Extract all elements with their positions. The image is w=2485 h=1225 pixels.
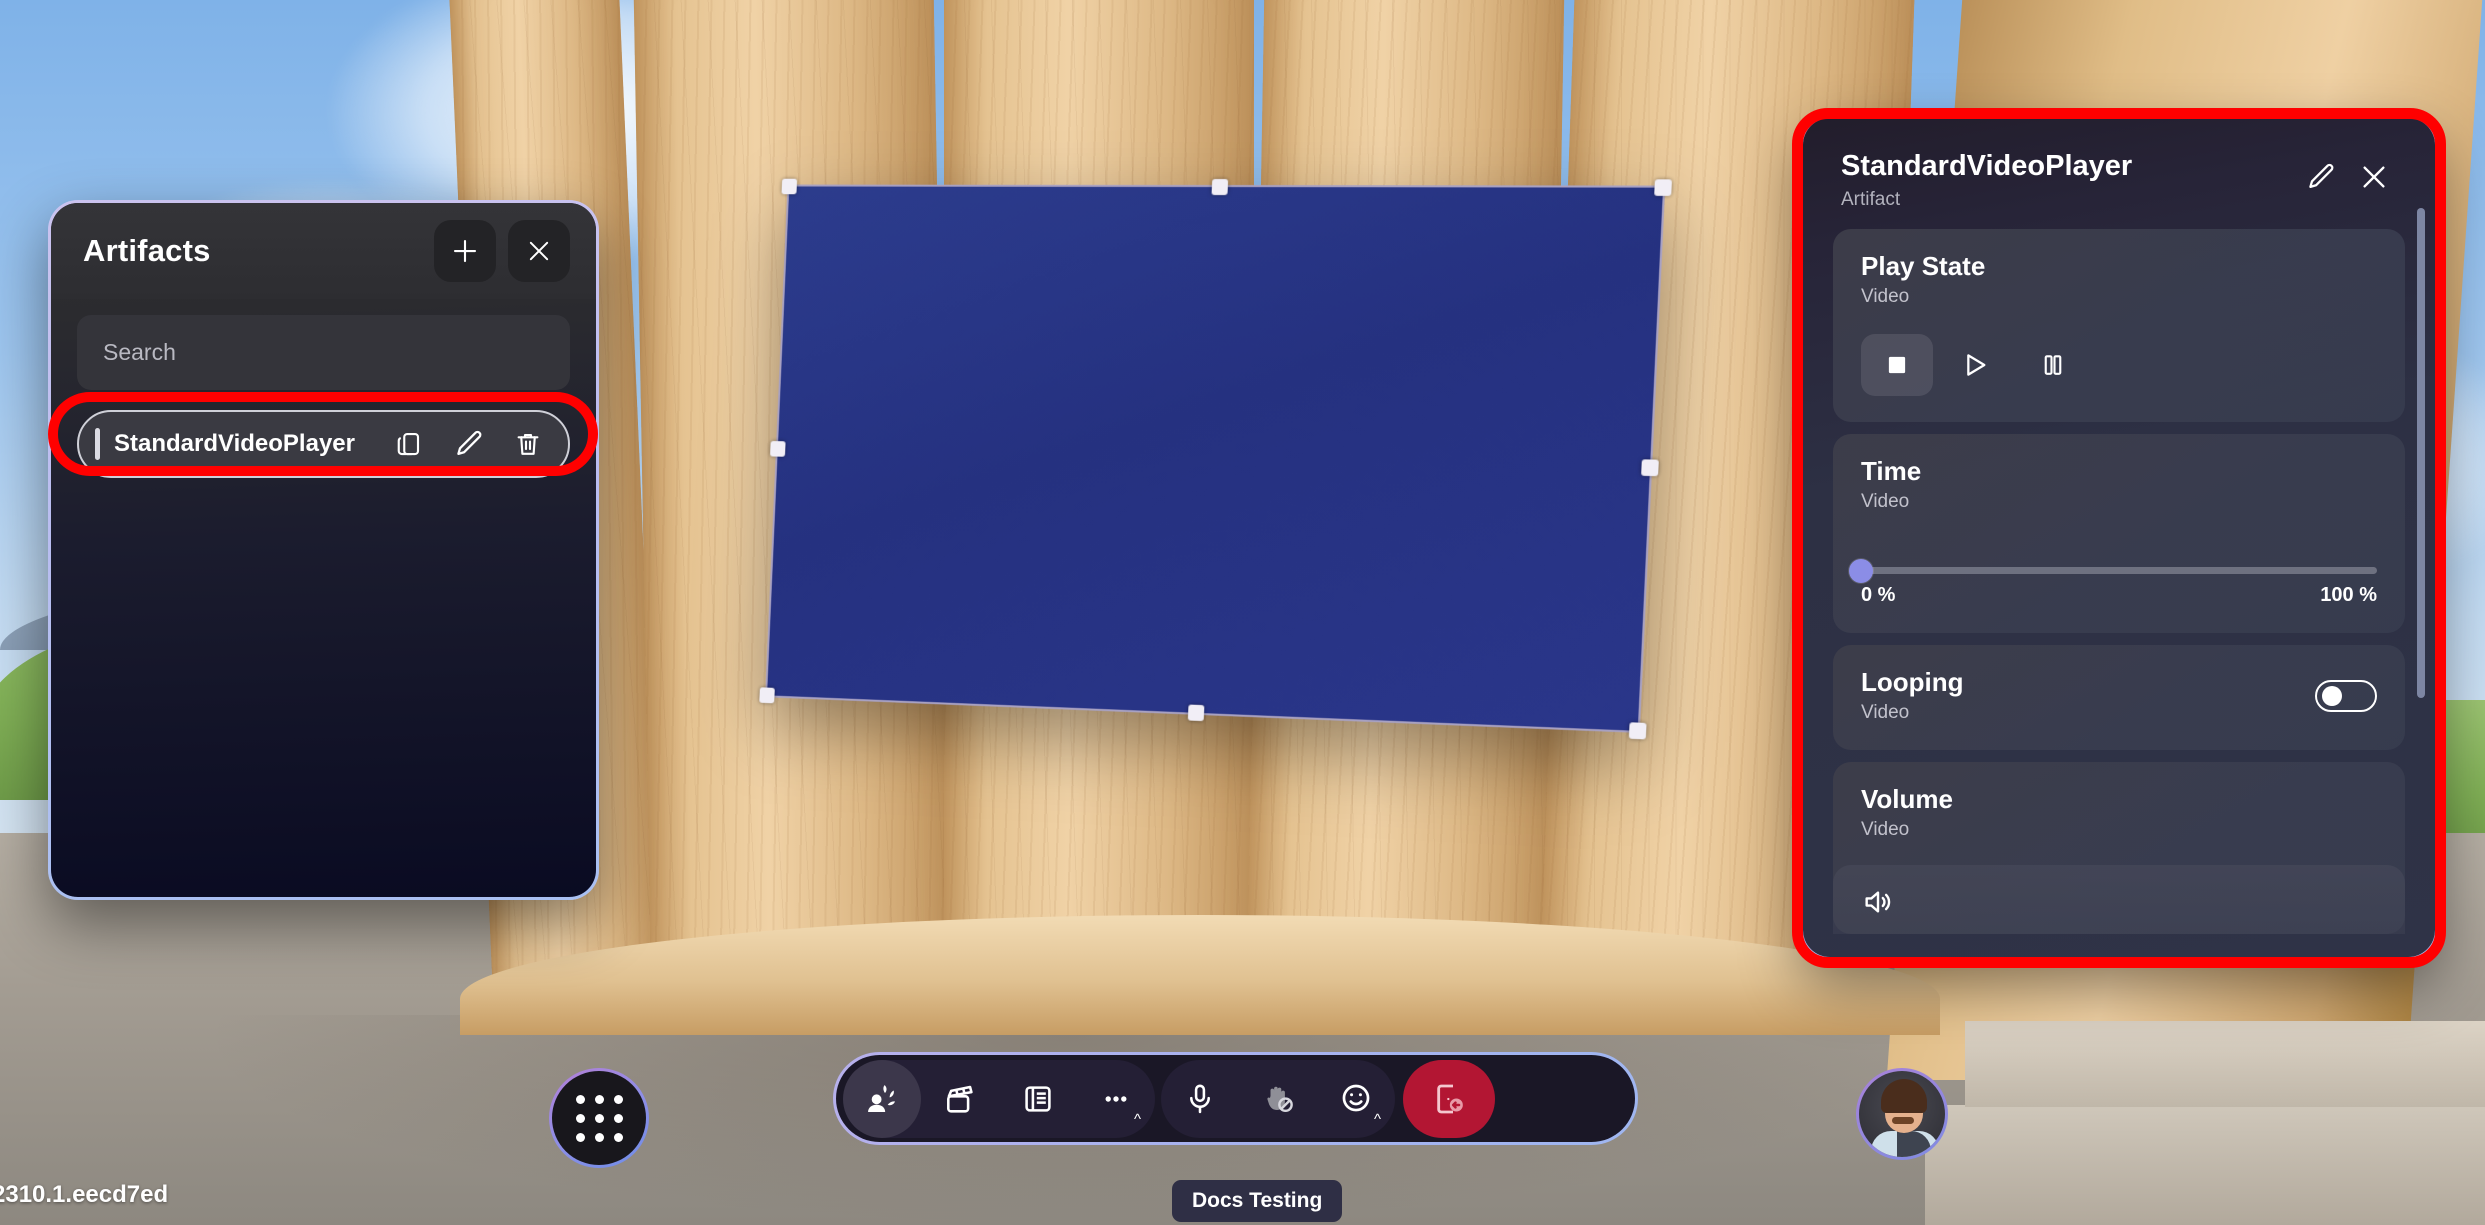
clapperboard-icon <box>947 1085 973 1113</box>
smiley-icon <box>1342 1084 1370 1111</box>
properties-panel-header: StandardVideoPlayer Artifact <box>1803 118 2435 211</box>
slider-thumb[interactable] <box>1849 558 1873 583</box>
user-avatar[interactable] <box>1856 1068 1948 1160</box>
property-subtitle: Video <box>1861 702 1910 723</box>
property-title: Play State <box>1861 251 1986 281</box>
apps-grid-button[interactable] <box>549 1068 649 1168</box>
property-card-looping: Looping Video <box>1833 645 2405 750</box>
toolbar-tooltip: Docs Testing <box>1172 1180 1343 1222</box>
edit-artifact-button[interactable] <box>438 416 498 472</box>
property-title: Looping <box>1861 667 1964 697</box>
toolbar-group-av: ^ <box>1161 1059 1395 1138</box>
artifacts-list: StandardVideoPlayer <box>77 410 570 478</box>
artifacts-list-item[interactable]: StandardVideoPlayer <box>77 410 570 478</box>
toolbar-artifacts-button[interactable] <box>843 1059 921 1138</box>
slider-track[interactable] <box>1849 558 2377 583</box>
notes-icon <box>1025 1085 1051 1112</box>
property-title: Volume <box>1861 784 1953 814</box>
delete-icon <box>517 433 539 455</box>
play-icon <box>1967 354 1986 376</box>
toolbar-group-primary: ^ <box>843 1059 1155 1138</box>
toolbar-notes-button[interactable] <box>999 1060 1077 1138</box>
plus-icon <box>453 239 477 263</box>
artifacts-panel-header: Artifacts <box>51 203 596 299</box>
slider-max-label: 100 % <box>2320 584 2377 606</box>
close-icon <box>529 241 549 261</box>
edit-icon <box>2309 163 2334 188</box>
close-icon <box>2363 166 2385 188</box>
toggle-knob <box>2322 685 2342 706</box>
play-button[interactable] <box>1939 334 2011 396</box>
looping-toggle[interactable] <box>2315 679 2377 712</box>
artifacts-search-field[interactable] <box>77 315 570 390</box>
toolbar-more-button[interactable]: ^ <box>1077 1060 1155 1138</box>
apps-grid-icon <box>575 1094 623 1142</box>
property-subtitle: Video <box>1861 491 1910 512</box>
toolbar-reactions-button[interactable]: ^ <box>1317 1060 1395 1138</box>
pause-icon <box>2044 355 2062 375</box>
floor-step <box>1965 1021 2485 1107</box>
properties-title: StandardVideoPlayer <box>1841 150 2133 182</box>
property-subtitle: Video <box>1861 819 1910 840</box>
chevron-up-icon: ^ <box>1133 1110 1141 1128</box>
volume-control-strip[interactable] <box>1833 865 2405 934</box>
leave-door-icon <box>1437 1084 1463 1113</box>
stop-button[interactable] <box>1861 334 1933 396</box>
duplicate-artifact-button[interactable] <box>378 416 438 472</box>
raise-hand-off-icon <box>1267 1086 1293 1112</box>
more-icon <box>1105 1095 1127 1102</box>
close-artifacts-button[interactable] <box>508 220 570 282</box>
stop-icon <box>1888 356 1906 374</box>
close-properties-button[interactable] <box>2347 150 2401 204</box>
version-label: 2310.1.eecd7ed <box>0 1181 169 1208</box>
chevron-up-icon: ^ <box>1373 1110 1381 1128</box>
toolbar-media-button[interactable] <box>921 1060 999 1138</box>
toolbar-microphone-button[interactable] <box>1161 1060 1239 1138</box>
speaker-icon <box>1865 891 1891 913</box>
artifacts-icon <box>868 1084 895 1112</box>
property-title: Time <box>1861 456 1922 486</box>
property-card-play-state: Play State Video <box>1833 229 2405 422</box>
search-input[interactable] <box>103 339 544 366</box>
time-slider[interactable]: 0 % 100 % <box>1849 558 2377 607</box>
selection-marker <box>95 428 100 460</box>
toolbar-raise-hand-button[interactable] <box>1239 1060 1317 1138</box>
property-card-volume: Volume Video <box>1833 762 2405 934</box>
property-card-time: Time Video 0 % 100 % <box>1833 434 2405 633</box>
property-subtitle: Video <box>1861 286 1910 307</box>
artifacts-panel: Artifacts StandardVideoPlayer <box>48 200 599 900</box>
transport-controls <box>1861 334 2377 396</box>
artifact-name: StandardVideoPlayer <box>114 430 355 457</box>
microphone-icon <box>1190 1084 1210 1113</box>
properties-scrollbar[interactable] <box>2417 208 2425 698</box>
properties-panel: StandardVideoPlayer Artifact Play State … <box>1800 115 2438 960</box>
slider-min-label: 0 % <box>1861 584 1896 606</box>
edit-icon <box>457 430 482 455</box>
bottom-toolbar: ^ ^ <box>833 1052 1638 1145</box>
panel-title: Artifacts <box>83 233 211 268</box>
pause-button[interactable] <box>2017 334 2089 396</box>
properties-subtitle: Artifact <box>1841 189 1901 210</box>
delete-artifact-button[interactable] <box>498 416 558 472</box>
video-screen-object[interactable] <box>759 178 1672 740</box>
add-artifact-button[interactable] <box>434 220 496 282</box>
duplicate-icon <box>397 432 420 456</box>
leave-meeting-button[interactable] <box>1403 1059 1495 1138</box>
properties-body: Play State Video Time Video 0 % 100 % Lo… <box>1803 211 2435 934</box>
edit-properties-button[interactable] <box>2293 150 2347 204</box>
floor-step <box>1925 1105 2485 1225</box>
